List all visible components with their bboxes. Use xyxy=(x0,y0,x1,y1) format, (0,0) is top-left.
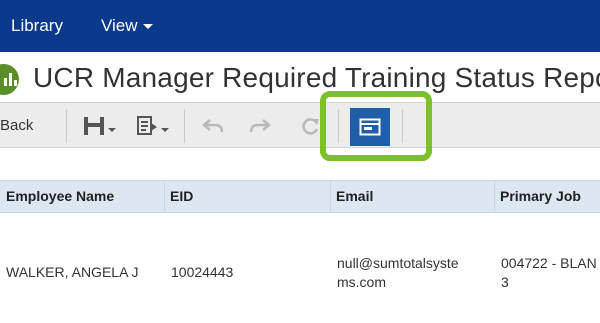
layout-view-icon xyxy=(359,118,381,136)
caret-down-icon xyxy=(107,128,116,132)
save-icon xyxy=(83,117,104,135)
top-nav-bar: Library View xyxy=(0,0,600,52)
toolbar-divider xyxy=(402,109,403,143)
column-header-email[interactable]: Email xyxy=(330,181,494,214)
page-title: UCR Manager Required Training Status Rep… xyxy=(33,62,600,93)
report-toolbar: Back xyxy=(0,102,600,148)
cell-primary-job-line2: 3 xyxy=(501,274,509,290)
cell-eid: 10024443 xyxy=(171,264,234,280)
back-button[interactable]: Back xyxy=(0,103,33,149)
report-chart-icon xyxy=(0,64,19,95)
refresh-icon xyxy=(302,118,319,135)
column-header-eid[interactable]: EID xyxy=(164,181,330,214)
redo-icon xyxy=(249,119,271,133)
cell-email-line1[interactable]: null@sumtotalsyste xyxy=(337,255,459,271)
column-header-primary-job[interactable]: Primary Job xyxy=(494,181,600,214)
cell-email-line2[interactable]: ms.com xyxy=(337,274,386,290)
refresh-button[interactable] xyxy=(296,103,326,149)
nav-view-menu[interactable]: View xyxy=(101,0,153,52)
title-row: UCR Manager Required Training Status Rep… xyxy=(0,52,600,102)
layout-view-button[interactable] xyxy=(350,108,390,146)
nav-view-label: View xyxy=(101,16,138,35)
cell-primary-job-line1: 004722 - BLAN xyxy=(501,255,597,271)
export-button[interactable] xyxy=(130,103,174,149)
toolbar-divider xyxy=(66,109,67,143)
table-header-row: Employee Name EID Email Primary Job xyxy=(0,180,600,213)
table-row: WALKER, ANGELA J 10024443 null@sumtotals… xyxy=(0,213,600,323)
column-header-employee-name[interactable]: Employee Name xyxy=(0,181,164,214)
undo-icon xyxy=(202,119,224,133)
caret-down-icon xyxy=(142,24,153,30)
undo-button[interactable] xyxy=(198,103,228,149)
export-icon xyxy=(136,116,157,135)
toolbar-divider xyxy=(184,109,185,143)
cell-employee-name: WALKER, ANGELA J xyxy=(6,264,139,280)
toolbar-divider xyxy=(338,109,339,143)
save-button[interactable] xyxy=(78,103,120,149)
caret-down-icon xyxy=(160,128,169,132)
nav-library[interactable]: Library xyxy=(11,0,63,52)
redo-button[interactable] xyxy=(245,103,275,149)
